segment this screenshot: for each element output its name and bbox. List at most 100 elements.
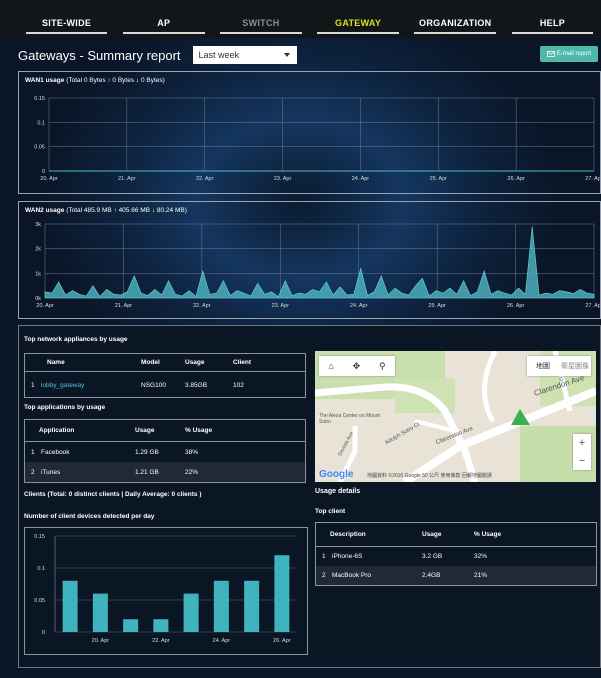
row-index: 1: [322, 553, 326, 560]
pan-icon[interactable]: ✥: [353, 361, 361, 372]
top-client-title: Top client: [315, 508, 346, 515]
client-name: iPhone-6S: [332, 553, 363, 560]
wan2-chart: 0k 1k 2k 3k 20. Apr 21. Apr 22. Apr 23. Apr 24. …: [35, 222, 600, 309]
table-row[interactable]: 1 Facebook 1.29 GB 38%: [25, 442, 305, 462]
row-index: 2: [322, 572, 326, 579]
app-usage: 1.29 GB: [135, 448, 159, 456]
map-label-alexa: The Alexa Center on Mount Sutro: [319, 413, 380, 425]
x-tick-label: 26. Apr: [273, 638, 291, 644]
appliance-usage: 3.85GB: [185, 381, 208, 389]
col-client: Client: [233, 359, 252, 366]
date-range-select[interactable]: Last week: [192, 46, 297, 64]
x-tick-label: 22. Apr: [193, 303, 211, 309]
col-description: Description: [330, 531, 366, 538]
home-icon[interactable]: ⌂: [328, 361, 333, 371]
usage-area: [44, 226, 595, 299]
y-tick-label: 1k: [35, 271, 41, 277]
google-logo: Google: [319, 469, 354, 480]
date-range-value: Last week: [198, 50, 240, 60]
appliance-model: NSG100: [141, 381, 166, 389]
y-tick-label: 0.05: [34, 598, 45, 604]
x-tick-label: 27. Apr: [585, 303, 600, 309]
appliance-clients: 102: [233, 381, 244, 389]
clients-chart-title: Number of client devices detected per da…: [24, 513, 155, 520]
map-type-map[interactable]: 地圖: [527, 356, 559, 376]
x-tick-label: 20. Apr: [92, 638, 110, 644]
x-tick-label: 25. Apr: [428, 303, 446, 309]
table-row[interactable]: 1 iPhone-6S 3.2 GB 32%: [316, 547, 596, 566]
bar: [62, 580, 78, 632]
y-tick-label: 0k: [35, 296, 41, 302]
y-tick-label: 0: [42, 169, 45, 175]
y-tick-label: 0.15: [34, 96, 45, 102]
table-row[interactable]: 2 MacBook Pro 2.4GB 21%: [316, 566, 596, 585]
app-pct: 22%: [185, 468, 199, 476]
app-name: iTunes: [41, 468, 61, 476]
search-icon[interactable]: ⚲: [379, 361, 386, 372]
col-model: Model: [141, 359, 160, 366]
x-tick-label: 27. Apr: [585, 176, 600, 182]
nav-help[interactable]: HELP: [504, 14, 601, 34]
wan1-usage-panel: WAN1 usage (Total 0 Bytes ↑ 0 Bytes ↓ 0 …: [18, 71, 601, 194]
nav-switch[interactable]: SWITCH: [212, 14, 309, 34]
table-header-row: Description Usage % Usage: [316, 523, 596, 547]
zoom-out-icon[interactable]: −: [579, 455, 585, 467]
chevron-down-icon: [283, 53, 290, 57]
appliance-link[interactable]: lobby_gateway: [41, 382, 135, 389]
x-tick-label: 21. Apr: [115, 303, 133, 309]
page-title: Gateways - Summary report: [18, 47, 181, 63]
x-tick-label: 23. Apr: [274, 176, 292, 182]
top-nav-bar: SITE-WIDE AP SWITCH GATEWAY ORGANIZATION…: [0, 0, 601, 38]
col-pct-usage: % Usage: [474, 531, 502, 538]
bar: [92, 593, 108, 632]
zoom-in-icon[interactable]: +: [579, 437, 585, 449]
client-pct: 21%: [474, 572, 488, 579]
map-controls: ⌂ ✥ ⚲: [319, 356, 395, 376]
report-header: Gateways - Summary report Last week: [18, 44, 297, 66]
table-header-row: Application Usage % Usage: [25, 420, 305, 442]
table-header-row: Name Model Usage Client: [25, 354, 305, 372]
applications-table: Application Usage % Usage 1 Facebook 1.2…: [24, 419, 306, 483]
app-name: Facebook: [41, 448, 70, 456]
x-tick-label: 24. Apr: [352, 176, 370, 182]
y-tick-label: 0.15: [34, 534, 45, 540]
usage-details-title: Usage details: [315, 488, 361, 495]
nav-gateway[interactable]: GATEWAY: [310, 14, 407, 34]
clients-chart-panel: 0 0.05 0.1 0.15 20. Apr 22. Apr 24. Apr 26. Apr: [24, 527, 308, 655]
app-pct: 38%: [185, 448, 199, 456]
x-tick-label: 25. Apr: [430, 176, 448, 182]
client-name: MacBook Pro: [332, 572, 372, 579]
table-row[interactable]: 2 iTunes 1.21 GB 22%: [25, 462, 305, 482]
col-usage: Usage: [422, 531, 442, 538]
x-tick-label: 21. Apr: [118, 176, 136, 182]
x-tick-label: 22. Apr: [196, 176, 214, 182]
wan1-chart: 0 0.05 0.1 0.15 20. Apr 21. Apr 22. Apr 23. Apr…: [34, 96, 600, 182]
bar: [123, 619, 139, 632]
col-name: Name: [47, 359, 65, 366]
appliances-title: Top network appliances by usage: [24, 336, 128, 343]
x-tick-label: 26. Apr: [507, 176, 525, 182]
clients-summary: Clients (Total: 0 distinct clients | Dai…: [24, 491, 202, 498]
map-attribution: 地圖資料 ©2016 Google 50 公尺 使用條款 回報地圖錯誤: [367, 473, 492, 479]
nav-ap[interactable]: AP: [115, 14, 212, 34]
x-tick-label: 26. Apr: [507, 303, 525, 309]
mail-icon: [546, 51, 555, 57]
y-tick-label: 3k: [35, 222, 41, 228]
zoom-controls: + −: [573, 434, 591, 470]
email-report-button[interactable]: E-mail report: [540, 46, 598, 62]
main-nav: SITE-WIDE AP SWITCH GATEWAY ORGANIZATION…: [18, 14, 601, 34]
x-tick-label: 23. Apr: [272, 303, 290, 309]
wan2-usage-panel: WAN2 usage (Total 485.9 MB ↑ 405.66 MB ↓…: [18, 201, 601, 319]
y-tick-label: 0.05: [34, 145, 45, 151]
bar: [183, 593, 199, 632]
col-pct-usage: % Usage: [185, 427, 213, 434]
x-tick-label: 24. Apr: [350, 303, 368, 309]
location-map[interactable]: The Alexa Center on Mount Sutro Clarendo…: [315, 351, 596, 482]
nav-organization[interactable]: ORGANIZATION: [407, 14, 504, 34]
client-usage: 3.2 GB: [422, 553, 443, 560]
table-row[interactable]: 1 lobby_gateway NSG100 3.85GB 102: [25, 372, 305, 398]
x-tick-label: 20. Apr: [40, 176, 58, 182]
nav-site-wide[interactable]: SITE-WIDE: [18, 14, 115, 34]
y-tick-label: 0.1: [37, 120, 45, 126]
map-type-satellite[interactable]: 衛星圖像: [559, 356, 591, 376]
